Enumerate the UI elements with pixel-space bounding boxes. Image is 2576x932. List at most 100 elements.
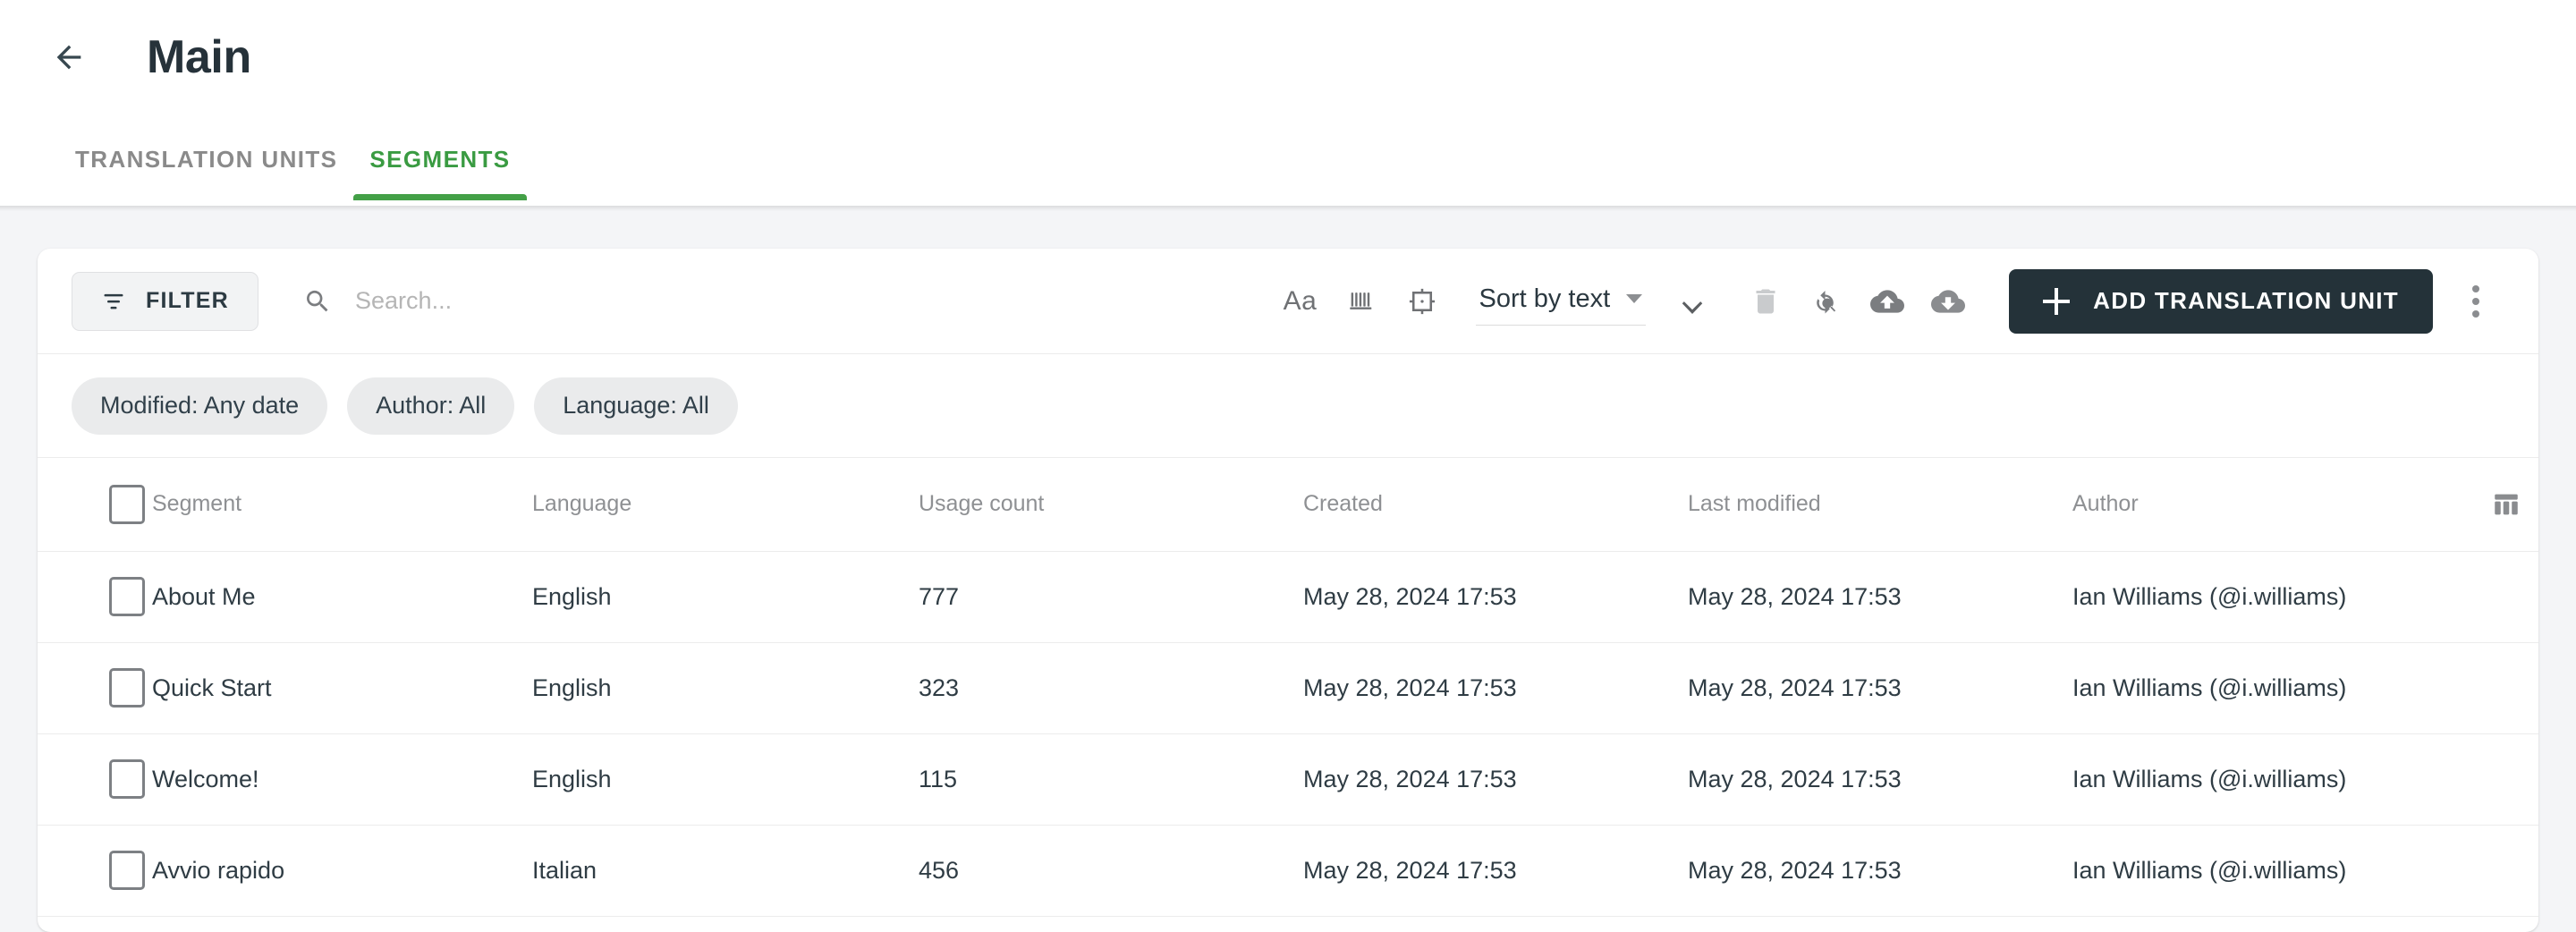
cell-language: Italian xyxy=(532,825,919,916)
sort-by-select[interactable]: Sort by text xyxy=(1475,277,1647,326)
table-row[interactable]: Welcome! English 115 May 28, 2024 17:53 May … xyxy=(38,733,2538,825)
title-row: Main xyxy=(0,0,2576,114)
cell-created: May 28, 2024 17:53 xyxy=(1303,733,1688,825)
segment-text: Welcome! xyxy=(152,765,259,792)
author-text: Ian Williams (@i.williams) xyxy=(2072,765,2347,792)
page-body: Filter Aa xyxy=(0,211,2576,932)
cell-last-modified: May 28, 2024 17:53 xyxy=(1688,733,2072,825)
row-select-cell xyxy=(38,551,152,642)
search-icon[interactable] xyxy=(303,286,332,317)
column-header-created[interactable]: Created xyxy=(1303,458,1688,551)
placeholder-search-icon xyxy=(1409,288,1435,314)
cell-author: Ian Williams (@i.williams) xyxy=(2072,825,2466,916)
tab-segments[interactable]: Segments xyxy=(353,146,527,200)
row-checkbox[interactable] xyxy=(109,668,145,707)
language-text: English xyxy=(532,582,612,610)
filter-button[interactable]: Filter xyxy=(72,271,258,331)
find-and-replace-button[interactable] xyxy=(1796,271,1857,332)
column-header-label: Language xyxy=(532,491,632,517)
arrow-left-icon xyxy=(56,45,81,70)
arrow-down-icon xyxy=(1682,289,1703,314)
match-whole-word-button[interactable] xyxy=(1331,271,1392,332)
more-vertical-icon-dot xyxy=(2472,284,2479,292)
cloud-upload-icon xyxy=(1870,289,1905,313)
cell-segment: Quick Start xyxy=(152,642,532,733)
search-input[interactable] xyxy=(355,280,1270,322)
column-header-usage-count[interactable]: Usage count xyxy=(919,458,1303,551)
column-header-language[interactable]: Language xyxy=(532,458,919,551)
column-settings-header-cell xyxy=(2466,458,2538,551)
cell-author: Ian Williams (@i.williams) xyxy=(2072,551,2466,642)
app-header: Main Translation units Segments xyxy=(0,0,2576,206)
select-all-header-cell xyxy=(38,458,152,551)
chevron-down-icon xyxy=(1626,294,1643,303)
last-modified-text: May 28, 2024 17:53 xyxy=(1688,856,1902,884)
created-text: May 28, 2024 17:53 xyxy=(1303,674,1517,701)
row-checkbox[interactable] xyxy=(109,759,145,799)
table-row[interactable]: Avvio rapido Italian 456 May 28, 2024 17:53… xyxy=(38,825,2538,916)
plus-icon xyxy=(2043,287,2071,315)
cell-language: English xyxy=(532,551,919,642)
placeholder-search-button[interactable] xyxy=(1392,271,1453,332)
table-row[interactable]: About Me English 777 May 28, 2024 17:53 May … xyxy=(38,551,2538,642)
cell-spacer xyxy=(2466,825,2538,916)
delete-icon xyxy=(1756,289,1775,313)
cell-usage-count: 456 xyxy=(919,825,1303,916)
table-row[interactable]: Quick Start English 323 May 28, 2024 17:53 M… xyxy=(38,642,2538,733)
select-all-checkbox[interactable] xyxy=(109,484,145,524)
page-title: Main xyxy=(147,31,251,83)
created-text: May 28, 2024 17:53 xyxy=(1303,765,1517,792)
sort-direction-button[interactable] xyxy=(1662,271,1723,332)
match-case-label: Aa xyxy=(1283,285,1318,316)
author-text: Ian Williams (@i.williams) xyxy=(2072,674,2347,701)
row-select-cell xyxy=(38,642,152,733)
more-options-button[interactable] xyxy=(2449,271,2503,332)
cell-usage-count: 323 xyxy=(919,642,1303,733)
upload-button[interactable] xyxy=(1857,271,1918,332)
filter-button-label: Filter xyxy=(146,288,229,313)
last-modified-text: May 28, 2024 17:53 xyxy=(1688,674,1902,701)
row-checkbox[interactable] xyxy=(109,577,145,616)
cell-segment: About Me xyxy=(152,551,532,642)
column-header-label: Segment xyxy=(152,491,242,517)
match-case-button[interactable]: Aa xyxy=(1270,271,1331,332)
tab-translation-units[interactable]: Translation units xyxy=(59,146,353,200)
column-header-label: Created xyxy=(1303,491,1383,517)
segments-card: Filter Aa xyxy=(38,249,2538,932)
column-header-label: Usage count xyxy=(919,491,1045,517)
created-text: May 28, 2024 17:53 xyxy=(1303,856,1517,884)
filter-chip-language[interactable]: Language: All xyxy=(534,377,738,435)
row-select-cell xyxy=(38,825,152,916)
column-header-segment[interactable]: Segment xyxy=(152,458,532,551)
column-header-author[interactable]: Author xyxy=(2072,458,2466,551)
view-columns-icon xyxy=(2495,494,2518,515)
table-head: Segment Language Usage count Created Las… xyxy=(38,458,2538,551)
language-text: English xyxy=(532,674,612,701)
filter-chip-author[interactable]: Author: All xyxy=(347,377,515,435)
language-text: Italian xyxy=(532,856,597,884)
column-header-label: Last modified xyxy=(1688,491,1821,517)
cell-language: English xyxy=(532,733,919,825)
column-settings-button[interactable] xyxy=(2466,489,2538,520)
last-modified-text: May 28, 2024 17:53 xyxy=(1688,582,1902,610)
row-checkbox[interactable] xyxy=(109,851,145,890)
more-vertical-icon-dot xyxy=(2472,297,2479,305)
usage-count-text: 456 xyxy=(919,856,960,884)
cell-created: May 28, 2024 17:53 xyxy=(1303,825,1688,916)
filter-icon xyxy=(104,293,123,309)
cell-usage-count: 115 xyxy=(919,733,1303,825)
sort-by-value: Sort by text xyxy=(1479,284,1611,313)
cell-created: May 28, 2024 17:53 xyxy=(1303,551,1688,642)
search-area xyxy=(303,280,1270,322)
delete-button[interactable] xyxy=(1735,271,1796,332)
active-filter-chips: Modified: Any date Author: All Language:… xyxy=(38,354,2538,458)
add-translation-unit-button[interactable]: Add translation unit xyxy=(2009,268,2433,334)
back-button[interactable] xyxy=(41,30,97,85)
filter-chip-modified[interactable]: Modified: Any date xyxy=(72,377,328,435)
cell-spacer xyxy=(2466,733,2538,825)
download-button[interactable] xyxy=(1918,271,1979,332)
column-header-last-modified[interactable]: Last modified xyxy=(1688,458,2072,551)
row-select-cell xyxy=(38,733,152,825)
usage-count-text: 115 xyxy=(919,765,958,792)
last-modified-text: May 28, 2024 17:53 xyxy=(1688,765,1902,792)
